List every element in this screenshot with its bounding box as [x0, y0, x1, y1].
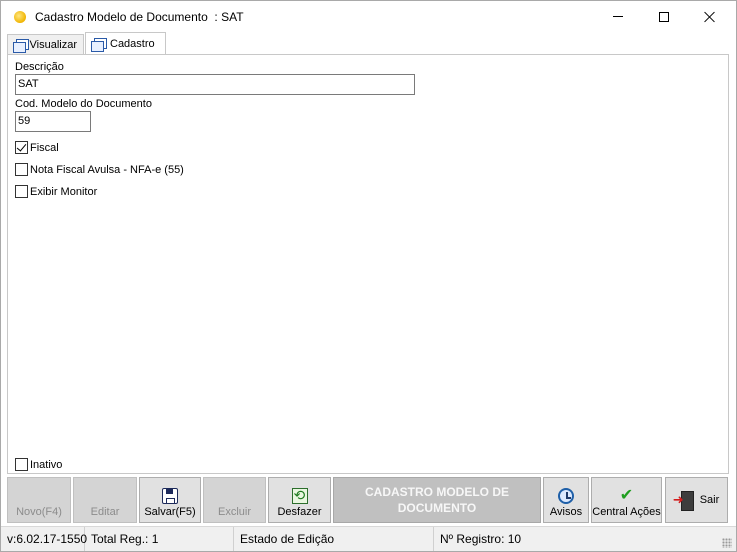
status-bar: v:6.02.17-1550 Total Reg.: 1 Estado de E… [1, 526, 736, 551]
tab-label: Cadastro [110, 37, 155, 50]
banner-text: CADASTRO MODELO DE DOCUMENTO [365, 485, 509, 515]
tab-cadastro[interactable]: Cadastro [85, 32, 166, 54]
salvar-label: Salvar(F5) [144, 506, 196, 518]
descricao-input[interactable]: SAT [15, 74, 415, 95]
floppy-disk-icon [162, 488, 178, 504]
screen-title-banner: CADASTRO MODELO DE DOCUMENTO [333, 477, 541, 523]
desfazer-label: Desfazer [277, 506, 322, 518]
minimize-button[interactable] [595, 1, 641, 32]
tab-bar: Visualizar Cadastro [7, 32, 727, 54]
fiscal-label: Fiscal [30, 141, 59, 154]
tab-visualizar[interactable]: Visualizar [7, 34, 84, 54]
fiscal-checkbox-row[interactable]: Fiscal [15, 141, 59, 154]
maximize-icon [659, 11, 669, 22]
status-estado: Estado de Edição [234, 527, 434, 551]
salvar-button[interactable]: Salvar(F5) [139, 477, 201, 523]
minimize-icon [613, 16, 623, 17]
window-stack-icon [91, 37, 107, 52]
descricao-label: Descrição [15, 61, 64, 73]
action-toolbar: Novo(F4) Editar Salvar(F5) Excluir Desfa… [6, 475, 730, 525]
sair-button[interactable]: Sair [665, 477, 728, 523]
avisos-label: Avisos [549, 506, 583, 518]
central-acoes-label: Central Ações [592, 506, 661, 518]
monitor-checkbox-row[interactable]: Exibir Monitor [15, 185, 97, 198]
monitor-checkbox[interactable] [15, 185, 28, 198]
nfa-checkbox[interactable] [15, 163, 28, 176]
inativo-checkbox[interactable] [15, 458, 28, 471]
inativo-checkbox-row[interactable]: Inativo [15, 458, 62, 471]
sair-label: Sair [699, 494, 720, 506]
inativo-label: Inativo [30, 458, 63, 471]
undo-icon [291, 487, 308, 504]
status-version: v:6.02.17-1550 [1, 527, 87, 551]
excluir-button[interactable]: Excluir [203, 477, 266, 523]
title-bar[interactable]: Cadastro Modelo de Documento : SAT [1, 1, 736, 32]
tab-label: Visualizar [29, 38, 78, 51]
app-icon [14, 11, 26, 23]
editar-label: Editar [90, 506, 120, 518]
main-window: Cadastro Modelo de Documento : SAT Visua… [0, 0, 737, 552]
central-acoes-button[interactable]: ✔ Central Ações [591, 477, 662, 523]
maximize-button[interactable] [641, 1, 687, 32]
novo-label: Novo(F4) [16, 506, 62, 518]
novo-button[interactable]: Novo(F4) [7, 477, 71, 523]
nfa-checkbox-row[interactable]: Nota Fiscal Avulsa - NFA-e (55) [15, 163, 184, 176]
exit-door-icon [673, 490, 694, 511]
nfa-label: Nota Fiscal Avulsa - NFA-e (55) [30, 163, 184, 176]
form-panel: Descrição SAT Cod. Modelo do Documento 5… [7, 54, 729, 474]
cod-modelo-label: Cod. Modelo do Documento [15, 98, 152, 110]
window-title: Cadastro Modelo de Documento : SAT [35, 10, 244, 24]
checkmark-icon: ✔ [619, 487, 634, 504]
status-total-reg: Total Reg.: 1 [85, 527, 234, 551]
window-stack-icon [13, 38, 29, 53]
close-icon [704, 11, 716, 23]
resize-grip-icon[interactable] [722, 538, 732, 548]
monitor-label: Exibir Monitor [30, 185, 98, 198]
avisos-button[interactable]: Avisos [543, 477, 589, 523]
cod-modelo-input[interactable]: 59 [15, 111, 91, 132]
fiscal-checkbox[interactable] [15, 141, 28, 154]
close-button[interactable] [687, 1, 733, 32]
status-registro: Nº Registro: 10 [440, 532, 522, 546]
alarm-clock-icon [558, 488, 574, 504]
desfazer-button[interactable]: Desfazer [268, 477, 331, 523]
editar-button[interactable]: Editar [73, 477, 137, 523]
excluir-label: Excluir [217, 506, 251, 518]
